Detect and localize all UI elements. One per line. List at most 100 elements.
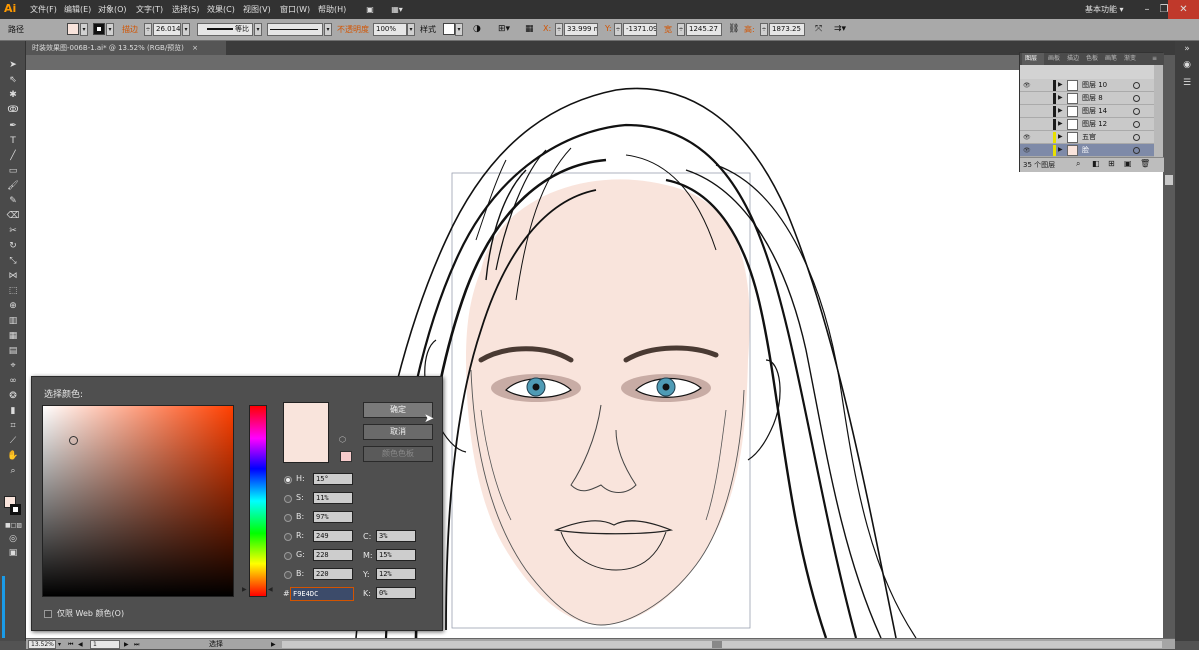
hue-slider-left-arrow-icon[interactable]: ▶ xyxy=(242,586,247,593)
eraser-tool-icon[interactable]: ⌫ xyxy=(5,210,21,223)
delete-layer-icon[interactable]: 🗑 xyxy=(1140,159,1150,168)
paintbrush-tool-icon[interactable]: 🖌 xyxy=(5,180,21,193)
menu-help[interactable]: 帮助(H) xyxy=(318,0,346,19)
green-radio[interactable] xyxy=(284,552,292,560)
checkbox-box[interactable] xyxy=(44,609,52,618)
magenta-input[interactable]: 15% xyxy=(376,549,416,561)
h-stepper[interactable]: ÷ xyxy=(760,23,768,36)
saturation-input[interactable]: 11% xyxy=(313,492,353,504)
layer-name[interactable]: 图层 14 xyxy=(1082,106,1107,117)
transform-icon[interactable]: ⤧ xyxy=(815,24,822,34)
new-layer-icon[interactable]: ▣ xyxy=(1124,159,1132,168)
layer-name[interactable]: 图层 12 xyxy=(1082,119,1107,130)
constrain-proportions-icon[interactable]: ⛓ xyxy=(728,24,739,34)
saturation-brightness-field[interactable] xyxy=(42,405,234,597)
w-stepper[interactable]: ÷ xyxy=(677,23,685,36)
rotate-tool-icon[interactable]: ↻ xyxy=(5,240,21,253)
panel-menu-icon[interactable]: ⇉▾ xyxy=(834,24,846,34)
layer-row[interactable]: 👁 ▶ 五官 xyxy=(1020,131,1154,144)
layer-name[interactable]: 脸 xyxy=(1082,145,1089,156)
w-input[interactable]: 1245.27 xyxy=(686,23,722,36)
saturation-radio[interactable] xyxy=(284,495,292,503)
next-artboard-icon[interactable]: ▶ xyxy=(124,639,129,650)
color-panel-icon[interactable]: ◉ xyxy=(1181,59,1193,71)
visibility-eye-icon[interactable]: 👁 xyxy=(1023,146,1033,155)
brightness-radio[interactable] xyxy=(284,514,292,522)
tab-stroke[interactable]: 描边 xyxy=(1067,53,1079,65)
document-tab[interactable]: 时装效果图-006B-1.ai* @ 13.52% (RGB/预览) × xyxy=(26,41,226,55)
mesh-tool-icon[interactable]: ▦ xyxy=(5,330,21,343)
layer-row-selected[interactable]: 👁 ▶ 脸 xyxy=(1020,144,1154,157)
color-mode-icons[interactable]: ■□▨ xyxy=(5,519,22,532)
layers-scrollbar[interactable] xyxy=(1154,65,1163,157)
horizontal-scrollbar[interactable] xyxy=(282,641,1162,648)
stroke-dropdown[interactable]: ▾ xyxy=(106,23,114,36)
x-input[interactable]: 33.999 mm xyxy=(564,23,598,36)
free-transform-tool-icon[interactable]: ⬚ xyxy=(5,285,21,298)
visibility-eye-icon[interactable]: 👁 xyxy=(1023,81,1033,90)
web-only-checkbox[interactable]: 仅限 Web 颜色(O) xyxy=(44,608,124,619)
screen-mode-icon[interactable]: ▣ xyxy=(5,547,21,560)
out-of-web-gamut-icon[interactable]: ⬡ xyxy=(339,435,346,444)
variable-width-profile[interactable]: 等比 xyxy=(197,23,253,36)
symbol-sprayer-tool-icon[interactable]: ❂ xyxy=(5,390,21,403)
menu-effect[interactable]: 效果(C) xyxy=(207,0,235,19)
opacity-dropdown[interactable]: ▾ xyxy=(407,23,415,36)
y-stepper[interactable]: ÷ xyxy=(614,23,622,36)
ok-button[interactable]: 确定 xyxy=(363,402,433,418)
close-tab-icon[interactable]: × xyxy=(192,44,198,52)
slice-tool-icon[interactable]: ⟋ xyxy=(5,435,21,448)
menu-select[interactable]: 选择(S) xyxy=(172,0,199,19)
red-input[interactable]: 249 xyxy=(313,530,353,542)
fill-swatch[interactable] xyxy=(67,23,79,35)
pencil-tool-icon[interactable]: ✎ xyxy=(5,195,21,208)
red-radio[interactable] xyxy=(284,533,292,541)
column-graph-tool-icon[interactable]: ▮ xyxy=(5,405,21,418)
hand-tool-icon[interactable]: ✋ xyxy=(5,450,21,463)
layer-row[interactable]: 👁 ▶ 图层 10 xyxy=(1020,79,1154,92)
hue-input[interactable]: 15° xyxy=(313,473,353,485)
visibility-eye-icon[interactable]: 👁 xyxy=(1023,133,1033,142)
drawing-mode-icon[interactable]: ◎ xyxy=(5,533,21,546)
tab-gradient[interactable]: 渐变 xyxy=(1124,53,1136,65)
panel-menu-icon[interactable]: ≡ xyxy=(1152,53,1157,65)
y-input[interactable]: -1371.09 xyxy=(623,23,657,36)
horizontal-scrollbar-thumb[interactable] xyxy=(712,641,722,648)
opacity-input[interactable]: 100% xyxy=(373,23,407,36)
stroke-weight-label[interactable]: 描边 xyxy=(122,24,138,35)
layer-target-icon[interactable] xyxy=(1133,95,1140,102)
cancel-button[interactable]: 取消 xyxy=(363,424,433,440)
tab-layers[interactable]: 图层 xyxy=(1022,53,1044,65)
layer-target-icon[interactable] xyxy=(1133,108,1140,115)
menu-edit[interactable]: 编辑(E) xyxy=(64,0,91,19)
expand-arrow-icon[interactable]: ▶ xyxy=(1058,120,1063,127)
hex-input[interactable]: F9E4DC xyxy=(290,587,354,601)
arrange-documents-icon[interactable]: ▦▾ xyxy=(388,0,406,19)
hue-slider-right-arrow-icon[interactable]: ◀ xyxy=(268,586,273,593)
first-artboard-icon[interactable]: ⏮ xyxy=(68,639,73,650)
selection-tool-icon[interactable]: ➤ xyxy=(5,59,21,72)
workspace-switcher[interactable]: 基本功能 ▾ xyxy=(1085,0,1124,19)
visibility-off-icon[interactable] xyxy=(1023,107,1033,116)
style-swatch[interactable] xyxy=(443,23,455,35)
expand-arrow-icon[interactable]: ▶ xyxy=(1058,133,1063,140)
magic-wand-tool-icon[interactable]: ✱ xyxy=(5,89,21,102)
zoom-level-field[interactable]: 13.52% xyxy=(28,640,56,649)
color-marker[interactable] xyxy=(69,436,78,445)
pen-tool-icon[interactable]: ✒ xyxy=(5,120,21,133)
align-icon[interactable]: ⊞▾ xyxy=(498,24,510,34)
green-input[interactable]: 228 xyxy=(313,549,353,561)
blend-tool-icon[interactable]: ∞ xyxy=(5,375,21,388)
cyan-input[interactable]: 3% xyxy=(376,530,416,542)
stroke-weight-input[interactable]: 26.014 xyxy=(153,23,181,36)
brush-definition[interactable] xyxy=(267,23,323,36)
vertical-scrollbar[interactable] xyxy=(1163,55,1175,638)
x-stepper[interactable]: ÷ xyxy=(555,23,563,36)
transform-reference-icon[interactable]: ▦ xyxy=(525,24,534,34)
stroke-stepper[interactable]: ÷ xyxy=(144,23,152,36)
direct-selection-tool-icon[interactable]: ⇖ xyxy=(5,74,21,87)
menu-window[interactable]: 窗口(W) xyxy=(280,0,310,19)
layer-target-icon[interactable] xyxy=(1133,134,1140,141)
expand-arrow-icon[interactable]: ▶ xyxy=(1058,146,1063,153)
layer-name[interactable]: 图层 10 xyxy=(1082,80,1107,91)
